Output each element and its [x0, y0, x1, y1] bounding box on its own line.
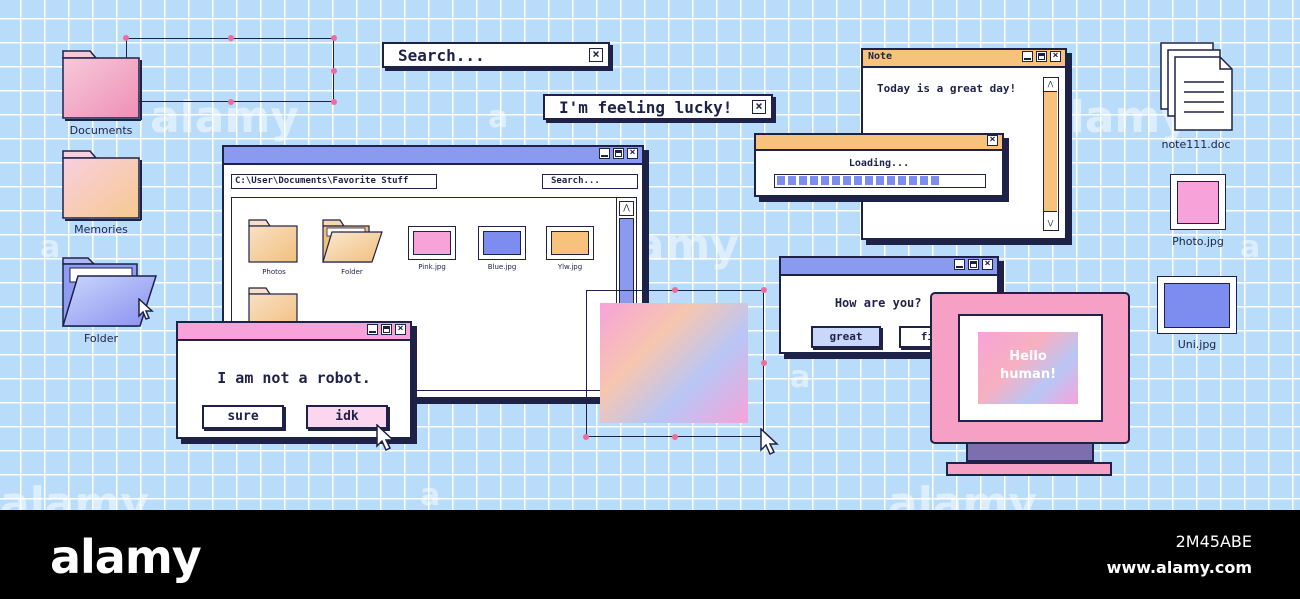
- folder-open-icon[interactable]: [322, 218, 384, 270]
- watermark: a: [488, 100, 509, 135]
- feeling-lucky-bar[interactable]: I'm feeling lucky! ×: [543, 94, 773, 120]
- photo-label: Photo.jpg: [1172, 235, 1224, 248]
- monitor-neck: [966, 444, 1094, 462]
- great-button[interactable]: great: [811, 326, 881, 348]
- image-selection-frame: [586, 290, 764, 437]
- photos-folder-icon[interactable]: [248, 218, 300, 270]
- selection-handle[interactable]: [228, 99, 234, 105]
- folder-label: Folder: [84, 332, 118, 345]
- search-bar-text: Search...: [398, 46, 485, 65]
- close-button[interactable]: ×: [1050, 51, 1061, 62]
- robot-dialog-titlebar[interactable]: ×: [178, 323, 410, 341]
- uni-image-icon[interactable]: [1157, 276, 1237, 334]
- selection-handle[interactable]: [761, 287, 767, 293]
- monitor-base: [946, 462, 1112, 476]
- how-dialog-titlebar[interactable]: ×: [781, 258, 997, 276]
- note-doc-label: note111.doc: [1161, 138, 1231, 151]
- progress-fill: [777, 176, 942, 185]
- loading-window: × Loading...: [754, 133, 1004, 197]
- file-label: Ylw.jpg: [557, 263, 583, 271]
- scroll-down-arrow-icon[interactable]: ⋁: [1044, 217, 1057, 230]
- search-bar[interactable]: Search... ×: [382, 42, 610, 68]
- photo-image-icon[interactable]: [1170, 174, 1226, 230]
- maximize-button[interactable]: [1036, 51, 1047, 62]
- selection-handle[interactable]: [123, 35, 129, 41]
- watermark: a: [790, 360, 811, 395]
- minimize-button[interactable]: [599, 148, 610, 159]
- robot-dialog: × I am not a robot. sure idk: [176, 321, 412, 439]
- close-button[interactable]: ×: [627, 148, 638, 159]
- documents-folder-icon[interactable]: [62, 48, 142, 126]
- minimize-button[interactable]: [1022, 51, 1033, 62]
- selection-handle[interactable]: [761, 360, 767, 366]
- stock-footer: alamy 2M45ABE www.alamy.com: [0, 510, 1300, 599]
- feeling-lucky-text: I'm feeling lucky!: [559, 98, 733, 117]
- selection-handle[interactable]: [331, 35, 337, 41]
- scroll-up-arrow-icon[interactable]: ⋀: [619, 201, 634, 216]
- close-icon[interactable]: ×: [589, 48, 603, 62]
- maximize-button[interactable]: [968, 259, 979, 270]
- folder-open-icon[interactable]: [61, 256, 158, 334]
- close-icon[interactable]: ×: [752, 100, 766, 114]
- selection-frame: [126, 38, 334, 102]
- close-button[interactable]: ×: [987, 135, 998, 146]
- alamy-logo: alamy: [50, 530, 202, 584]
- scrollbar[interactable]: ⋀ ⋁: [1043, 77, 1059, 231]
- monitor-text-line2: human!: [999, 367, 1056, 382]
- stock-url: www.alamy.com: [1106, 558, 1252, 577]
- maximize-button[interactable]: [381, 324, 392, 335]
- mouse-pointer-icon: [760, 428, 779, 456]
- loading-titlebar[interactable]: ×: [756, 135, 1002, 151]
- note-text: Today is a great day!: [877, 82, 1017, 95]
- retro-monitor: Hello human!: [930, 292, 1130, 444]
- selection-handle[interactable]: [331, 99, 337, 105]
- documents-label: Documents: [69, 124, 133, 137]
- monitor-screen-frame: Hello human!: [958, 314, 1103, 422]
- explorer-titlebar[interactable]: ×: [224, 147, 642, 165]
- maximize-button[interactable]: [613, 148, 624, 159]
- loading-text: Loading...: [848, 158, 910, 169]
- mouse-pointer-icon: [138, 298, 154, 320]
- watermark: alamy: [888, 478, 1037, 510]
- sure-button[interactable]: sure: [202, 405, 284, 429]
- progress-bar: [774, 174, 986, 188]
- desktop: alamy a alamy a alamy a alamy a alamy a …: [0, 0, 1300, 510]
- file-label: Pink.jpg: [418, 263, 446, 271]
- monitor-text-line1: Hello: [1009, 349, 1047, 364]
- pink-image-icon[interactable]: [408, 226, 456, 260]
- note-title: Note: [868, 51, 893, 62]
- file-label: Blue.jpg: [487, 263, 517, 271]
- yellow-image-icon[interactable]: [546, 226, 594, 260]
- address-bar[interactable]: C:\User\Documents\Favorite Stuff: [231, 174, 437, 189]
- selection-handle[interactable]: [672, 434, 678, 440]
- watermark: a: [420, 478, 441, 510]
- blue-image-icon[interactable]: [478, 226, 526, 260]
- minimize-button[interactable]: [367, 324, 378, 335]
- watermark: alamy: [0, 478, 149, 510]
- file-label: Folder: [341, 268, 363, 276]
- minimize-button[interactable]: [954, 259, 965, 270]
- note-titlebar[interactable]: Note ×: [863, 50, 1065, 68]
- memories-folder-icon[interactable]: [62, 148, 142, 226]
- file-label: Photos: [262, 268, 286, 276]
- selection-handle[interactable]: [331, 68, 337, 74]
- scroll-up-arrow-icon[interactable]: ⋀: [1044, 78, 1057, 92]
- image-id: 2M45ABE: [1175, 532, 1252, 551]
- robot-dialog-message: I am not a robot.: [217, 369, 371, 387]
- close-button[interactable]: ×: [395, 324, 406, 335]
- explorer-search-input[interactable]: Search...: [542, 174, 638, 189]
- scroll-thumb[interactable]: [1044, 92, 1057, 212]
- mouse-pointer-icon: [376, 424, 395, 452]
- uni-label: Uni.jpg: [1177, 338, 1217, 351]
- selection-handle[interactable]: [672, 287, 678, 293]
- close-button[interactable]: ×: [982, 259, 993, 270]
- selection-handle[interactable]: [228, 35, 234, 41]
- memories-label: Memories: [74, 223, 128, 236]
- document-stack-icon[interactable]: [1160, 42, 1236, 138]
- selection-handle[interactable]: [583, 434, 589, 440]
- monitor-screen: Hello human!: [978, 332, 1078, 404]
